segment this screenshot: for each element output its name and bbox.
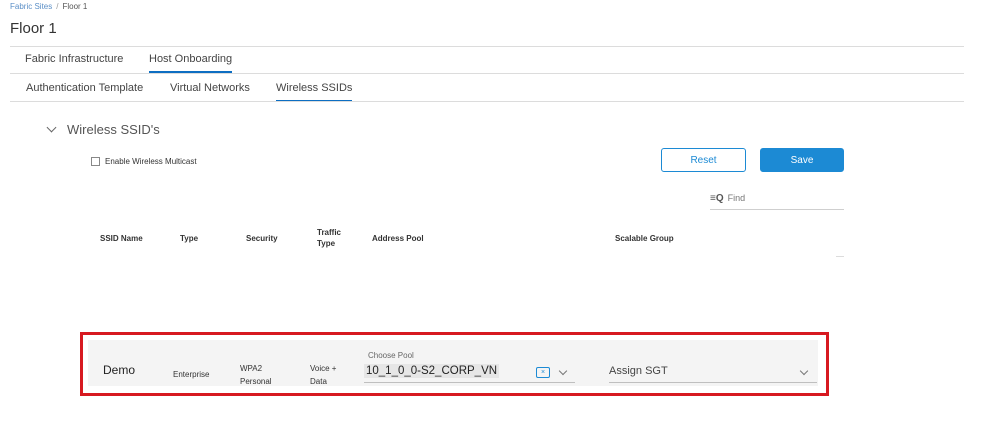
list-search-icon[interactable]: ≡Q (710, 193, 724, 204)
header-scalable-group: Scalable Group (615, 234, 674, 243)
row-traffic-line1: Voice + (310, 364, 337, 373)
breadcrumb-separator: / (56, 2, 59, 11)
multicast-checkbox[interactable] (91, 157, 100, 166)
assign-sgt-dropdown[interactable]: Assign SGT (609, 360, 817, 383)
row-ssid-name: Demo (103, 363, 136, 377)
tab-host-onboarding[interactable]: Host Onboarding (149, 53, 233, 73)
section-title: Wireless SSID's (67, 122, 160, 137)
header-security: Security (246, 234, 278, 243)
chevron-down-icon[interactable] (46, 122, 57, 133)
header-ssid-name: SSID Name (100, 234, 143, 243)
title-divider (10, 46, 964, 47)
main-tabs-divider (10, 73, 964, 74)
tab-fabric-infrastructure[interactable]: Fabric Infrastructure (25, 53, 123, 71)
reset-button[interactable]: Reset (661, 148, 746, 172)
wireless-ssids-section-header[interactable]: Wireless SSID's (46, 122, 160, 137)
row-security: WPA2 Personal (240, 362, 272, 388)
multicast-label: Enable Wireless Multicast (105, 157, 197, 166)
row-type: Enterprise (173, 370, 210, 379)
save-button[interactable]: Save (760, 148, 844, 172)
table-scroll-marker (836, 256, 844, 257)
find-input[interactable] (727, 193, 838, 203)
breadcrumb-fabric-sites[interactable]: Fabric Sites (10, 2, 52, 11)
enable-wireless-multicast[interactable]: Enable Wireless Multicast (91, 157, 197, 166)
find-field[interactable]: ≡Q (710, 187, 844, 210)
breadcrumb-current: Floor 1 (62, 2, 88, 11)
page-title: Floor 1 (10, 20, 57, 37)
sub-tabs-divider (10, 101, 964, 102)
clear-selection-icon[interactable]: × (536, 367, 550, 378)
tab-virtual-networks[interactable]: Virtual Networks (170, 82, 250, 100)
tab-wireless-ssids[interactable]: Wireless SSIDs (276, 82, 353, 102)
breadcrumb: Fabric Sites / Floor 1 (10, 2, 87, 11)
row-security-line1: WPA2 (240, 364, 263, 373)
row-security-line2: Personal (240, 377, 272, 386)
header-traffic-type-line2: Type (317, 239, 336, 248)
header-traffic-type-line1: Traffic (317, 228, 342, 237)
header-traffic-type: Traffic Type (317, 227, 341, 249)
tab-authentication-template[interactable]: Authentication Template (26, 82, 143, 100)
header-type: Type (180, 234, 199, 243)
address-pool-value: 10_1_0_0-S2_CORP_VN (364, 364, 500, 378)
header-address-pool: Address Pool (372, 234, 424, 243)
row-traffic-type: Voice + Data (310, 362, 336, 388)
row-traffic-line2: Data (310, 377, 327, 386)
assign-sgt-placeholder: Assign SGT (609, 365, 668, 377)
